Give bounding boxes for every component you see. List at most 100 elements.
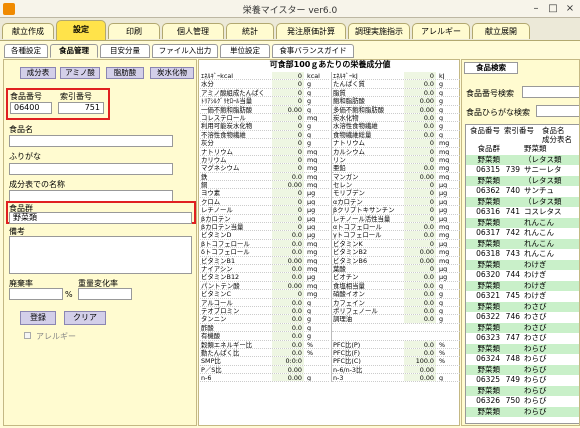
nutrient-value[interactable]: 0 [404,198,436,205]
nutrient-value[interactable]: 0.00 [404,374,436,381]
nutrient-value[interactable]: 0 [272,139,304,146]
nutrient-value[interactable]: 0.0 [272,332,304,339]
nutrient-value[interactable]: 0.0 [404,80,436,87]
tab-statistics[interactable]: 統計 [226,23,274,39]
nutrient-value[interactable]: 0.0 [272,173,304,180]
nutrient-value[interactable]: 0.0 [272,231,304,238]
subtab-general[interactable]: 各種設定 [4,44,48,58]
nutrient-value[interactable]: 0 [272,189,304,196]
hiragana-search-input[interactable] [536,105,579,117]
amino-acid-button[interactable]: アミノ酸 [60,67,100,79]
nutrient-value[interactable]: 0 [404,189,436,196]
clear-button[interactable]: クリア [64,311,106,325]
nutrient-value[interactable]: 0 [272,97,304,104]
nutrient-value[interactable]: 0.00 [272,374,304,381]
nutrient-value[interactable]: 0 [272,72,304,79]
food-result-list[interactable]: 食品番号 索引番号 食品名 成分表名 食品群 野菜類 野菜類 （レタス類 06315 73… [465,124,579,424]
subtab-units[interactable]: 単位設定 [220,44,270,58]
fatty-acid-button[interactable]: 脂肪酸 [106,67,144,79]
food-list-row[interactable]: 06326 750 わらび [466,396,579,407]
tab-print[interactable]: 印刷 [108,23,160,39]
nutrient-value[interactable]: 0 [272,164,304,171]
nutrient-value[interactable]: 0.00 [404,366,436,373]
tab-menu-planning[interactable]: 献立作成 [2,23,54,39]
weight-change-field[interactable] [78,288,132,300]
nutrient-value[interactable]: 0:0:0 [272,357,304,364]
nutrient-value[interactable]: 0.0 [272,265,304,272]
nutrient-value[interactable]: 0.0 [272,324,304,331]
carbohydrate-button[interactable]: 炭水化物 [150,67,194,79]
nutrient-value[interactable]: 0.0 [404,290,436,297]
nutrient-value[interactable]: 0 [272,122,304,129]
maximize-button[interactable]: □ [545,2,561,15]
food-list-row[interactable]: 野菜類 わさび [466,322,579,333]
nutrient-value[interactable]: 0.00 [272,257,304,264]
food-list-row[interactable]: 野菜類 わらび [466,364,579,375]
food-list-row[interactable]: 野菜類 れんこん [466,217,579,228]
nutrient-value[interactable]: 0.00 [272,106,304,113]
food-list-row[interactable]: 06316 741 コスレタス [466,207,579,218]
food-list-row[interactable]: 06324 748 わらび [466,354,579,365]
nutrient-value[interactable]: 0.0 [404,315,436,322]
nutrient-value[interactable]: 0.0 [404,341,436,348]
nutrient-value[interactable]: 0.00 [404,97,436,104]
food-list-row[interactable]: 野菜類 （レタス類 [466,196,579,207]
remarks-field[interactable] [9,236,192,274]
nutrient-value[interactable]: 0.0 [272,299,304,306]
nutrient-value[interactable]: 0 [404,72,436,79]
food-list-row[interactable]: 06325 749 わらび [466,375,579,386]
waste-rate-field[interactable] [9,288,63,300]
minimize-button[interactable]: – [528,2,544,15]
nutrient-value[interactable]: 0 [404,265,436,272]
food-list-row[interactable]: 野菜類 （レタス類 [466,154,579,165]
nutrient-value[interactable]: 0 [404,215,436,222]
food-list-row[interactable]: 06323 747 わさび [466,333,579,344]
food-number-field[interactable]: 06400 [10,102,52,114]
tab-settings[interactable]: 設定 [56,20,106,40]
food-list-row[interactable]: 野菜類 わらび [466,385,579,396]
nutrient-value[interactable]: 0 [272,80,304,87]
nutrient-value[interactable]: 0.0 [404,164,436,171]
food-list-row[interactable]: 野菜類 わけぎ [466,280,579,291]
tab-cooking[interactable]: 調理実施指示 [348,23,410,39]
food-list-row[interactable]: 06318 743 れんこん [466,249,579,260]
food-list-row[interactable]: 野菜類 わらび [466,406,579,417]
nutrient-value[interactable]: 0 [272,148,304,155]
composition-button[interactable]: 成分表 [20,67,56,79]
nutrient-value[interactable]: 0.0 [404,131,436,138]
nutrient-value[interactable]: 0.00 [404,173,436,180]
food-list-row[interactable]: 野菜類 わさび [466,301,579,312]
subtab-food-management[interactable]: 食品管理 [50,44,98,58]
register-button[interactable]: 登録 [20,311,56,325]
food-number-search-input[interactable] [522,86,579,98]
food-list-row[interactable]: 06322 746 わさび [466,312,579,323]
nutrient-value[interactable]: 0.0 [404,349,436,356]
food-list-row[interactable]: 食品群 野菜類 [466,144,579,155]
food-list-row[interactable]: 06321 745 わけぎ [466,291,579,302]
nutrient-value[interactable]: 0.0 [272,248,304,255]
nutrient-value[interactable]: 0.0 [404,122,436,129]
nutrient-value[interactable]: 0 [272,114,304,121]
nutrient-value[interactable]: 0.00 [404,257,436,264]
subtab-file-io[interactable]: ファイル入出力 [152,44,218,58]
nutrient-value[interactable]: 0.0 [272,349,304,356]
nutrient-value[interactable]: 0 [272,223,304,230]
nutrient-value[interactable]: 0.0 [272,240,304,247]
food-group-field[interactable]: 野菜類 [9,212,192,224]
nutrient-value[interactable]: 0.0 [404,231,436,238]
food-list-row[interactable]: 野菜類 わらび [466,343,579,354]
nutrient-value[interactable]: 0.0 [404,223,436,230]
food-list-row[interactable]: 野菜類 わけぎ [466,259,579,270]
nutrient-value[interactable]: 0 [272,215,304,222]
nutrient-value[interactable]: 0 [272,198,304,205]
nutrient-value[interactable]: 0.0 [404,273,436,280]
nutrient-value[interactable]: 0 [272,206,304,213]
nutrient-value[interactable]: 0.00 [404,106,436,113]
nutrient-value[interactable]: 0 [404,148,436,155]
food-list-row[interactable]: 06362 740 サンチュ [466,186,579,197]
tab-personal[interactable]: 個人管理 [162,23,224,39]
nutrient-value[interactable]: 0.0 [272,315,304,322]
nutrient-value[interactable]: 0 [404,240,436,247]
nutrient-value[interactable]: 0.0 [272,273,304,280]
food-list-row[interactable]: 06317 742 れんこん [466,228,579,239]
